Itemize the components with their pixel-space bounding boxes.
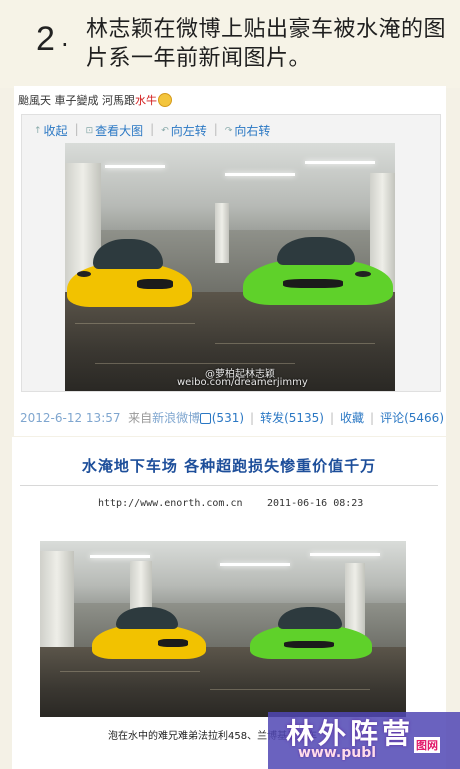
face-icon xyxy=(158,93,172,107)
rotate-left-button[interactable]: ↶ 向左转 xyxy=(161,122,207,139)
ceiling-light xyxy=(310,553,380,556)
ripple xyxy=(210,689,370,690)
collapse-label: 收起 xyxy=(43,124,68,138)
weibo-watermark-url: weibo.com/dreamerjimmy xyxy=(177,377,308,388)
ceiling-light xyxy=(90,555,150,558)
headlight xyxy=(355,271,371,277)
post-title-highlight: 水牛 xyxy=(135,94,157,107)
post-source: 来自新浪微博 xyxy=(124,411,200,425)
divider: | xyxy=(250,411,255,425)
pillar xyxy=(40,551,74,651)
ripple xyxy=(75,323,195,324)
weibo-post: 颱風天 車子變成 河馬跟水牛 ↑ 收起 | ⊡ 查看大图 | ↶ 向左转 | ↷ 向右转 xyxy=(14,86,446,436)
news-date: 2011-06-16 08:23 xyxy=(267,498,364,509)
divider: | xyxy=(213,122,218,136)
rotate-left-label: 向左转 xyxy=(170,124,207,138)
post-title-text: 颱風天 車子變成 河馬跟 xyxy=(18,94,135,107)
green-car xyxy=(250,603,374,663)
source-link[interactable]: 新浪微博 xyxy=(152,411,200,425)
ripple xyxy=(95,363,295,364)
rotate-left-icon: ↶ xyxy=(161,125,169,136)
air-intake xyxy=(158,639,188,647)
watermark-pic-text: 图网 xyxy=(414,737,440,753)
view-large-label: 查看大图 xyxy=(95,124,144,138)
thumbs-up-icon xyxy=(199,413,211,424)
flooded-cars-photo[interactable]: @萝柏起林志颖 weibo.com/dreamerjimmy xyxy=(65,143,395,391)
divider: | xyxy=(150,122,155,136)
news-title: 水淹地下车场 各种超跑损失惨重价值千万 xyxy=(81,457,377,475)
news-url[interactable]: http://www.enorth.com.cn xyxy=(98,498,243,509)
divider: | xyxy=(74,122,79,136)
news-photo[interactable] xyxy=(40,541,406,717)
pillar xyxy=(215,203,229,263)
air-intake xyxy=(284,641,334,648)
yellow-car xyxy=(92,603,210,663)
ripple xyxy=(215,343,375,344)
source-prefix: 来自 xyxy=(128,411,153,425)
divider: | xyxy=(329,411,335,425)
comment-button[interactable]: 评论(5466) xyxy=(380,411,444,425)
item-number: 2 xyxy=(36,20,55,58)
divider: | xyxy=(370,411,375,425)
ceiling-light xyxy=(220,563,290,566)
rotate-right-button[interactable]: ↷ 向右转 xyxy=(225,122,271,139)
view-large-button[interactable]: ⊡ 查看大图 xyxy=(86,122,144,139)
site-watermark: 林外阵营 www.publ 图网 xyxy=(268,712,460,769)
car-body xyxy=(92,625,206,659)
favorite-button[interactable]: 收藏 xyxy=(340,411,364,425)
zoom-icon: ⊡ xyxy=(85,125,94,136)
yellow-car xyxy=(67,233,197,313)
post-actions: (531) | 转发(5135) | 收藏 | 评论(5466) xyxy=(199,409,444,426)
windshield xyxy=(116,607,178,629)
ceiling-light xyxy=(225,173,295,176)
ceiling-light xyxy=(105,165,165,168)
air-intake xyxy=(283,279,343,288)
like-count: (531) xyxy=(211,411,245,425)
item-number-dot: . xyxy=(61,24,69,52)
windshield xyxy=(277,237,355,265)
up-arrow-icon: ↑ xyxy=(34,125,42,136)
car-body xyxy=(67,263,192,307)
headline-text: 林志颖在微博上贴出豪车被水淹的图片系一年前新闻图片。 xyxy=(86,17,447,71)
post-meta: 2012-6-12 13:57 来自新浪微博 (531) | 转发(5135) | 收藏… xyxy=(20,409,444,426)
image-toolbar: ↑ 收起 | ⊡ 查看大图 | ↶ 向左转 | ↷ 向右转 xyxy=(34,122,270,139)
post-date[interactable]: 2012-6-12 13:57 xyxy=(20,411,121,425)
rotate-right-label: 向右转 xyxy=(234,124,271,138)
header-banner: 2 . 林志颖在微博上贴出豪车被水淹的图片系一年前新闻图片。 xyxy=(0,0,460,88)
divider xyxy=(20,485,438,486)
repost-button[interactable]: 转发(5135) xyxy=(260,411,324,425)
watermark-url-text: www.publ xyxy=(298,745,377,761)
ceiling-light xyxy=(305,161,375,164)
collapse-button[interactable]: ↑ 收起 xyxy=(34,122,68,139)
windshield xyxy=(278,607,342,629)
green-car xyxy=(243,231,395,313)
rotate-right-icon: ↷ xyxy=(224,125,233,136)
air-intake xyxy=(137,279,173,289)
ripple xyxy=(60,671,200,672)
headlight xyxy=(77,271,91,277)
like-button[interactable]: (531) xyxy=(199,411,245,425)
windshield xyxy=(93,239,163,269)
post-title: 颱風天 車子變成 河馬跟水牛 xyxy=(18,92,172,108)
